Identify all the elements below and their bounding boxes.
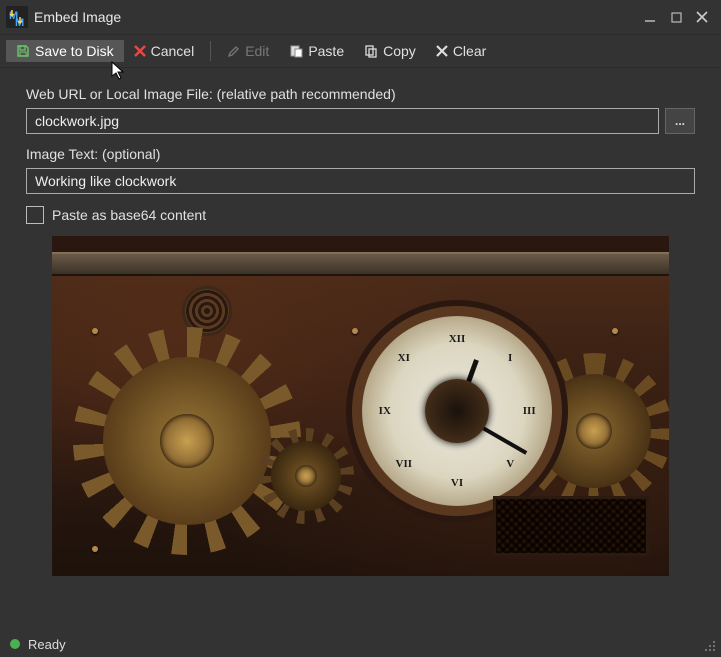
copy-button[interactable]: Copy (354, 40, 426, 62)
save-button[interactable]: Save to Disk (6, 40, 124, 62)
content-area: Web URL or Local Image File: (relative p… (0, 68, 721, 230)
image-preview: XII I III V VI VII IX XI (52, 236, 669, 576)
image-text-input[interactable] (26, 168, 695, 194)
image-text-row (26, 168, 695, 194)
save-button-label: Save to Disk (35, 43, 114, 59)
cancel-icon (134, 45, 146, 57)
preview-container: XII I III V VI VII IX XI (0, 230, 721, 576)
app-icon: M M (6, 6, 28, 28)
base64-row: Paste as base64 content (26, 206, 695, 224)
status-text: Ready (28, 637, 66, 652)
clear-button[interactable]: Clear (426, 40, 496, 62)
window-title: Embed Image (34, 9, 121, 25)
minimize-button[interactable] (637, 4, 663, 30)
clear-button-label: Clear (453, 43, 486, 59)
paste-button-label: Paste (308, 43, 344, 59)
url-row: ... (26, 108, 695, 134)
status-indicator-icon (10, 639, 20, 649)
browse-button-label: ... (675, 114, 685, 128)
toolbar-separator (210, 41, 211, 61)
toolbar: Save to Disk Cancel Edit Paste Copy Clea… (0, 34, 721, 68)
titlebar: M M Embed Image (0, 0, 721, 34)
browse-button[interactable]: ... (665, 108, 695, 134)
base64-label: Paste as base64 content (52, 207, 206, 223)
save-icon (16, 44, 30, 58)
paste-icon (289, 44, 303, 58)
paste-button[interactable]: Paste (279, 40, 354, 62)
cancel-button[interactable]: Cancel (124, 40, 205, 62)
copy-button-label: Copy (383, 43, 416, 59)
close-button[interactable] (689, 4, 715, 30)
edit-button: Edit (217, 40, 279, 62)
maximize-button[interactable] (663, 4, 689, 30)
url-field-label: Web URL or Local Image File: (relative p… (26, 86, 695, 102)
statusbar: Ready (0, 631, 721, 657)
clear-icon (436, 45, 448, 57)
base64-checkbox[interactable] (26, 206, 44, 224)
copy-icon (364, 44, 378, 58)
url-input[interactable] (26, 108, 659, 134)
edit-button-label: Edit (245, 43, 269, 59)
cancel-button-label: Cancel (151, 43, 195, 59)
edit-icon (227, 45, 240, 58)
image-text-label: Image Text: (optional) (26, 146, 695, 162)
resize-grip[interactable] (703, 639, 717, 653)
